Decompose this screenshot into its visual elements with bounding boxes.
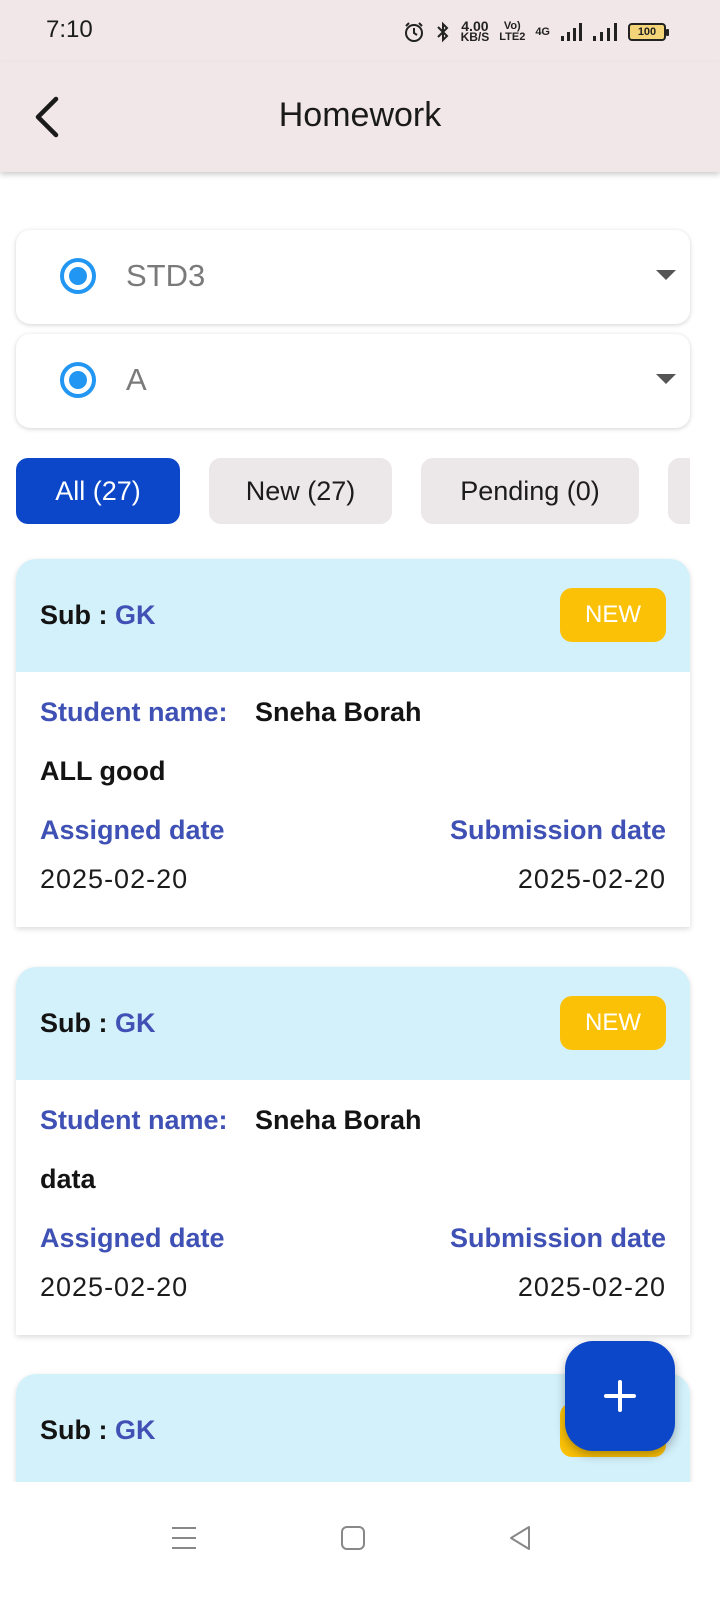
status-time: 7:10	[46, 16, 93, 43]
battery-icon: 100	[628, 23, 669, 41]
network-type: 4G	[535, 26, 550, 38]
class-value: STD3	[126, 258, 206, 293]
subject-row: Sub : GK	[40, 1008, 156, 1038]
section-value: A	[126, 362, 147, 397]
submission-date-label: Submission date	[449, 815, 666, 845]
homework-description: ALL good	[40, 756, 166, 786]
homework-card[interactable]: Sub : GK NEW Student name: Sneha Borah A…	[16, 559, 690, 927]
menu-icon	[172, 1527, 196, 1549]
app-bar: Homework	[0, 62, 720, 172]
filter-tabs: All (27) New (27) Pending (0)	[16, 458, 690, 524]
tab-all[interactable]: All (27)	[16, 458, 180, 524]
card-header: Sub : GK NEW	[16, 967, 690, 1080]
alarm-icon	[404, 22, 423, 42]
status-icons: 4.00 KB/S Vo) LTE2 4G 100	[403, 14, 669, 50]
nav-home-button[interactable]	[333, 1518, 373, 1558]
page-title: Homework	[278, 96, 442, 134]
student-name-label: Student name:	[40, 697, 228, 727]
status-badge: NEW	[560, 588, 666, 642]
home-square-icon	[341, 1526, 365, 1550]
add-homework-button[interactable]	[565, 1341, 675, 1451]
student-name: Sneha Borah	[255, 697, 422, 727]
nav-back-button[interactable]	[500, 1518, 540, 1558]
signal-icon	[593, 23, 617, 41]
dropdown-arrow-icon	[656, 270, 676, 280]
dropdown-arrow-icon	[656, 374, 676, 384]
tab-more[interactable]	[668, 458, 690, 524]
subject-row: Sub : GK	[40, 1415, 156, 1445]
subject-name: GK	[115, 600, 156, 630]
assigned-date: 2025-02-20	[40, 1272, 189, 1302]
submission-date-label: Submission date	[449, 1223, 666, 1253]
subject-row: Sub : GK	[40, 600, 156, 630]
tab-new[interactable]: New (27)	[209, 458, 392, 524]
signal-icon	[561, 23, 582, 41]
radio-selected-icon	[60, 362, 96, 398]
assigned-date-label: Assigned date	[40, 815, 225, 845]
submission-date: 2025-02-20	[517, 864, 666, 894]
volte-indicator: Vo) LTE2	[499, 20, 526, 43]
status-badge: NEW	[560, 996, 666, 1050]
tab-pending[interactable]: Pending (0)	[421, 458, 639, 524]
bluetooth-icon	[436, 21, 448, 43]
assigned-date-label: Assigned date	[40, 1223, 225, 1253]
back-triangle-icon	[510, 1526, 530, 1550]
status-bar: 7:10 4.00 KB/S Vo) LTE2 4G 100	[0, 0, 720, 62]
assigned-date: 2025-02-20	[40, 864, 189, 894]
network-speed: 4.00 KB/S	[460, 18, 490, 44]
system-nav-bar	[0, 1482, 720, 1600]
student-name: Sneha Borah	[255, 1105, 422, 1135]
subject-name: GK	[115, 1008, 156, 1038]
plus-icon	[604, 1380, 636, 1412]
card-header: Sub : GK NEW	[16, 559, 690, 672]
radio-selected-icon	[60, 258, 96, 294]
nav-menu-button[interactable]	[164, 1518, 204, 1558]
homework-card[interactable]: Sub : GK NEW Student name: Sneha Borah d…	[16, 967, 690, 1335]
submission-date: 2025-02-20	[517, 1272, 666, 1302]
subject-name: GK	[115, 1415, 156, 1445]
homework-description: data	[40, 1164, 96, 1194]
student-name-label: Student name:	[40, 1105, 228, 1135]
class-dropdown[interactable]: STD3	[16, 230, 690, 324]
section-dropdown[interactable]: A	[16, 334, 690, 428]
